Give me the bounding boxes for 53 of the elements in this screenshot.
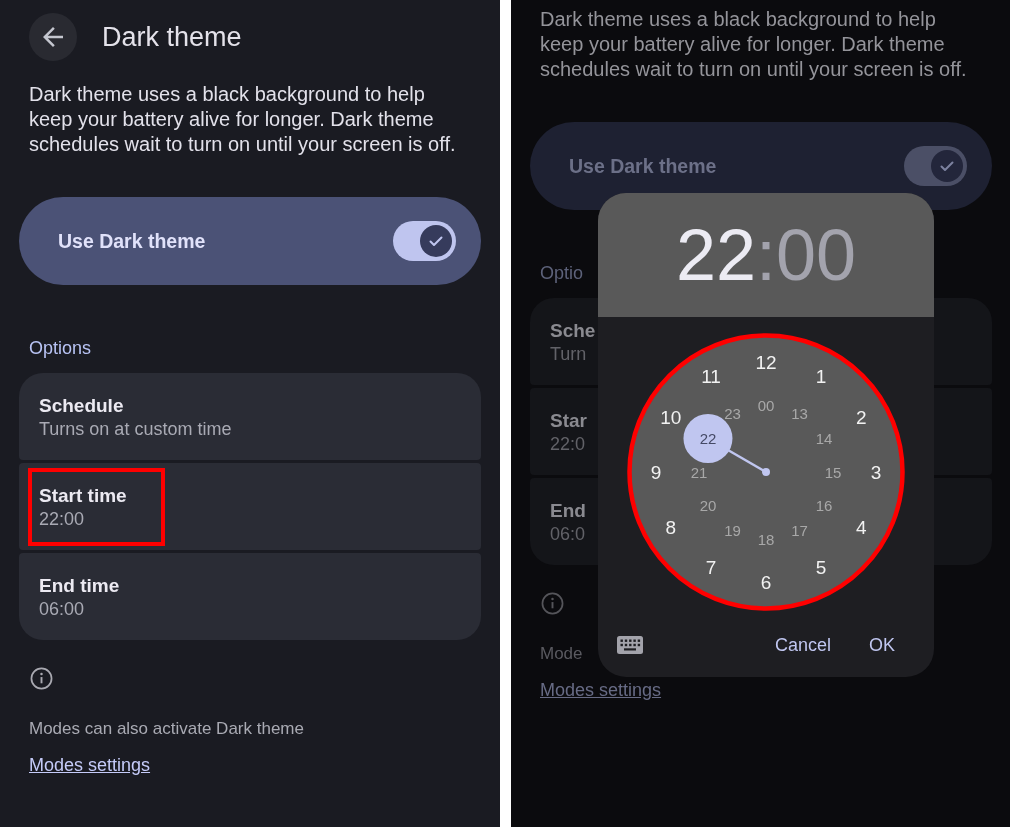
modes-settings-link[interactable]: Modes settings: [540, 679, 662, 701]
page-title: Dark theme: [102, 21, 242, 53]
time-separator: :: [756, 215, 776, 295]
item-title: End time: [39, 573, 120, 598]
toggle-label: Use Dark theme: [569, 154, 717, 178]
dial-number[interactable]: 4: [855, 516, 867, 538]
back-arrow-icon: [43, 27, 63, 47]
dial-number[interactable]: 1: [815, 366, 827, 388]
toggle-row[interactable]: Use Dark theme: [19, 197, 481, 285]
dialog-button[interactable]: OK: [861, 628, 903, 662]
dial-number[interactable]: 3: [870, 461, 882, 483]
modes-settings-link[interactable]: Modes settings: [29, 754, 151, 776]
dialog-button[interactable]: Cancel: [766, 628, 839, 662]
dial-number[interactable]: 10: [660, 406, 682, 428]
hour-display[interactable]: 22: [675, 215, 756, 295]
item-title: Star: [550, 408, 587, 433]
item-title: Sche: [550, 318, 596, 343]
back-button[interactable]: [29, 13, 77, 61]
info-icon: [30, 667, 53, 690]
check-icon: [420, 225, 452, 257]
item-value: Turns on at custom time: [39, 417, 232, 440]
item-value: 22:0: [550, 432, 587, 455]
description-text: Dark theme uses a black background to help keep your battery alive for longer. Dark theme schedules wait to turn on until your screen is off.: [540, 6, 968, 82]
info-icon: [541, 592, 564, 615]
toggle-switch[interactable]: [904, 146, 967, 186]
item-value: 22:00: [39, 507, 86, 530]
item-title: End: [550, 498, 586, 523]
item-title: Start time: [39, 483, 127, 508]
section-header: Optio: [540, 262, 584, 285]
dial-number[interactable]: 7: [705, 556, 717, 578]
dial-number[interactable]: 8: [665, 516, 677, 538]
toggle-switch[interactable]: [393, 221, 456, 261]
description-text: Dark theme uses a black background to help keep your battery alive for longer. Dark theme schedules wait to turn on until your screen is off.: [29, 81, 457, 157]
check-icon: [931, 150, 963, 182]
dial-number[interactable]: 6: [760, 571, 772, 593]
settings-row[interactable]: Start time 22:00: [19, 463, 481, 550]
dial-number[interactable]: 5: [815, 556, 827, 578]
item-value: 06:00: [39, 597, 86, 620]
dial-number[interactable]: 9: [650, 461, 662, 483]
footer-note: Mode: [540, 643, 583, 665]
section-header: Options: [29, 337, 92, 360]
dial-number[interactable]: 11: [701, 366, 721, 388]
toggle-label: Use Dark theme: [58, 229, 206, 253]
item-value: 06:0: [550, 522, 586, 545]
clock-hand: [728, 449, 770, 476]
settings-row[interactable]: End time 06:00: [19, 553, 481, 640]
item-value: Turn: [550, 342, 588, 365]
dial-number[interactable]: 12: [755, 351, 777, 373]
dial-number[interactable]: 2: [855, 406, 867, 428]
settings-row[interactable]: Schedule Turns on at custom time: [19, 373, 481, 460]
footer-note: Modes can also activate Dark theme: [29, 718, 304, 740]
item-title: Schedule: [39, 393, 125, 418]
keyboard-icon[interactable]: [617, 636, 643, 654]
